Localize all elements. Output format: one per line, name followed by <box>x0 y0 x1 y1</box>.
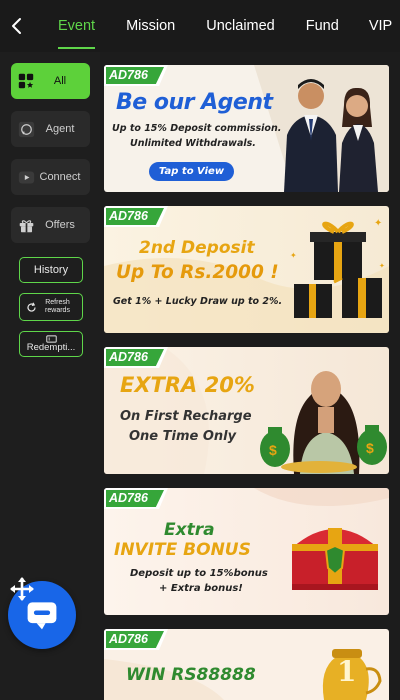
chevron-left-icon <box>12 18 21 34</box>
brand-tag-label: AD786 <box>106 349 164 366</box>
app-screen: Event Mission Unclaimed Fund VIP All Age… <box>0 0 400 700</box>
history-button[interactable]: History <box>19 257 83 283</box>
tab-mission[interactable]: Mission <box>126 0 175 52</box>
tab-vip[interactable]: VIP <box>369 0 392 52</box>
banner-line-1: Deposit up to 15%bonus <box>130 568 268 579</box>
promo-banner-win[interactable]: 1 AD786 WIN RS88888 <box>104 629 389 700</box>
sidebar-item-label: Connect <box>39 171 81 183</box>
chat-bubble-icon <box>27 602 57 630</box>
sidebar-item-label: All <box>53 75 67 87</box>
svg-text:✦: ✦ <box>379 262 385 270</box>
promo-banner-extra-20[interactable]: $ $ AD786 EXTRA 20% On First Recharge On… <box>104 347 389 474</box>
history-label: History <box>33 264 69 276</box>
banner-line-1: On First Recharge <box>120 409 252 424</box>
refresh-rewards-label: Refresh rewards <box>45 299 70 314</box>
banner-line-1: Up to 15% Deposit commission. <box>112 123 282 134</box>
refresh-icon <box>26 302 36 312</box>
brand-tag-label: AD786 <box>106 490 164 507</box>
sidebar-item-connect[interactable]: Connect <box>11 159 90 195</box>
brand-tag: AD786 <box>104 629 168 650</box>
svg-text:$: $ <box>366 440 374 456</box>
drag-move-icon <box>10 577 34 601</box>
svg-text:$: $ <box>269 442 277 458</box>
redemption-label: Redempti... <box>26 342 76 353</box>
grid-icon <box>16 71 36 91</box>
banner-title: WIN RS88888 <box>126 665 256 685</box>
sidebar-item-all[interactable]: All <box>11 63 90 99</box>
promo-banner-agent[interactable]: AD786 Be our Agent Up to 15% Deposit com… <box>104 65 389 192</box>
sidebar-item-label: Agent <box>45 123 75 135</box>
event-tabs: Event Mission Unclaimed Fund VIP <box>34 0 392 52</box>
youtube-icon <box>16 167 36 187</box>
banner-title: EXTRA 20% <box>120 373 255 397</box>
tap-to-view-button[interactable]: Tap to View <box>149 162 234 181</box>
brand-tag: AD786 <box>104 65 168 86</box>
tab-fund[interactable]: Fund <box>306 0 339 52</box>
banner-title-1: Extra <box>164 520 215 540</box>
banner-line-2: + Extra bonus! <box>159 583 243 594</box>
brand-tag-label: AD786 <box>106 208 164 225</box>
svg-text:1: 1 <box>337 655 356 688</box>
banner-title: Be our Agent <box>116 90 273 115</box>
banner-line-2: Unlimited Withdrawals. <box>130 138 256 149</box>
svg-text:✦: ✦ <box>374 218 382 229</box>
banner-title-2: INVITE BONUS <box>114 540 251 560</box>
brand-tag-label: AD786 <box>106 67 164 84</box>
tab-event[interactable]: Event <box>58 0 96 52</box>
brand-tag: AD786 <box>104 206 168 227</box>
whatsapp-icon <box>16 119 36 139</box>
banner-title-1: 2nd Deposit <box>139 238 255 258</box>
svg-text:✦: ✦ <box>290 251 297 260</box>
gift-icon <box>16 215 36 235</box>
banner-line-2: One Time Only <box>129 429 237 444</box>
move-handle[interactable] <box>9 576 35 602</box>
redemption-button[interactable]: Redempti... <box>19 331 83 357</box>
sidebar-item-offers[interactable]: Offers <box>11 207 90 243</box>
tab-unclaimed[interactable]: Unclaimed <box>206 0 275 52</box>
sidebar-item-label: Offers <box>45 219 75 231</box>
promo-banner-invite-bonus[interactable]: AD786 Extra INVITE BONUS Deposit up to 1… <box>104 488 389 615</box>
promo-banner-2nd-deposit[interactable]: ✦ ✦ ✦ AD786 2nd Deposit Up To Rs.2000 ! … <box>104 206 389 333</box>
refresh-rewards-button[interactable]: Refresh rewards <box>19 293 83 321</box>
banner-line-1: Get 1% + Lucky Draw up to 2%. <box>113 296 283 307</box>
top-nav-bar: Event Mission Unclaimed Fund VIP <box>0 0 400 52</box>
back-button[interactable] <box>0 0 34 52</box>
brand-tag-label: AD786 <box>106 631 164 648</box>
brand-tag: AD786 <box>104 488 168 509</box>
brand-tag: AD786 <box>104 347 168 368</box>
banner-title-2: Up To Rs.2000 ! <box>116 262 279 283</box>
sidebar-item-agent[interactable]: Agent <box>11 111 90 147</box>
